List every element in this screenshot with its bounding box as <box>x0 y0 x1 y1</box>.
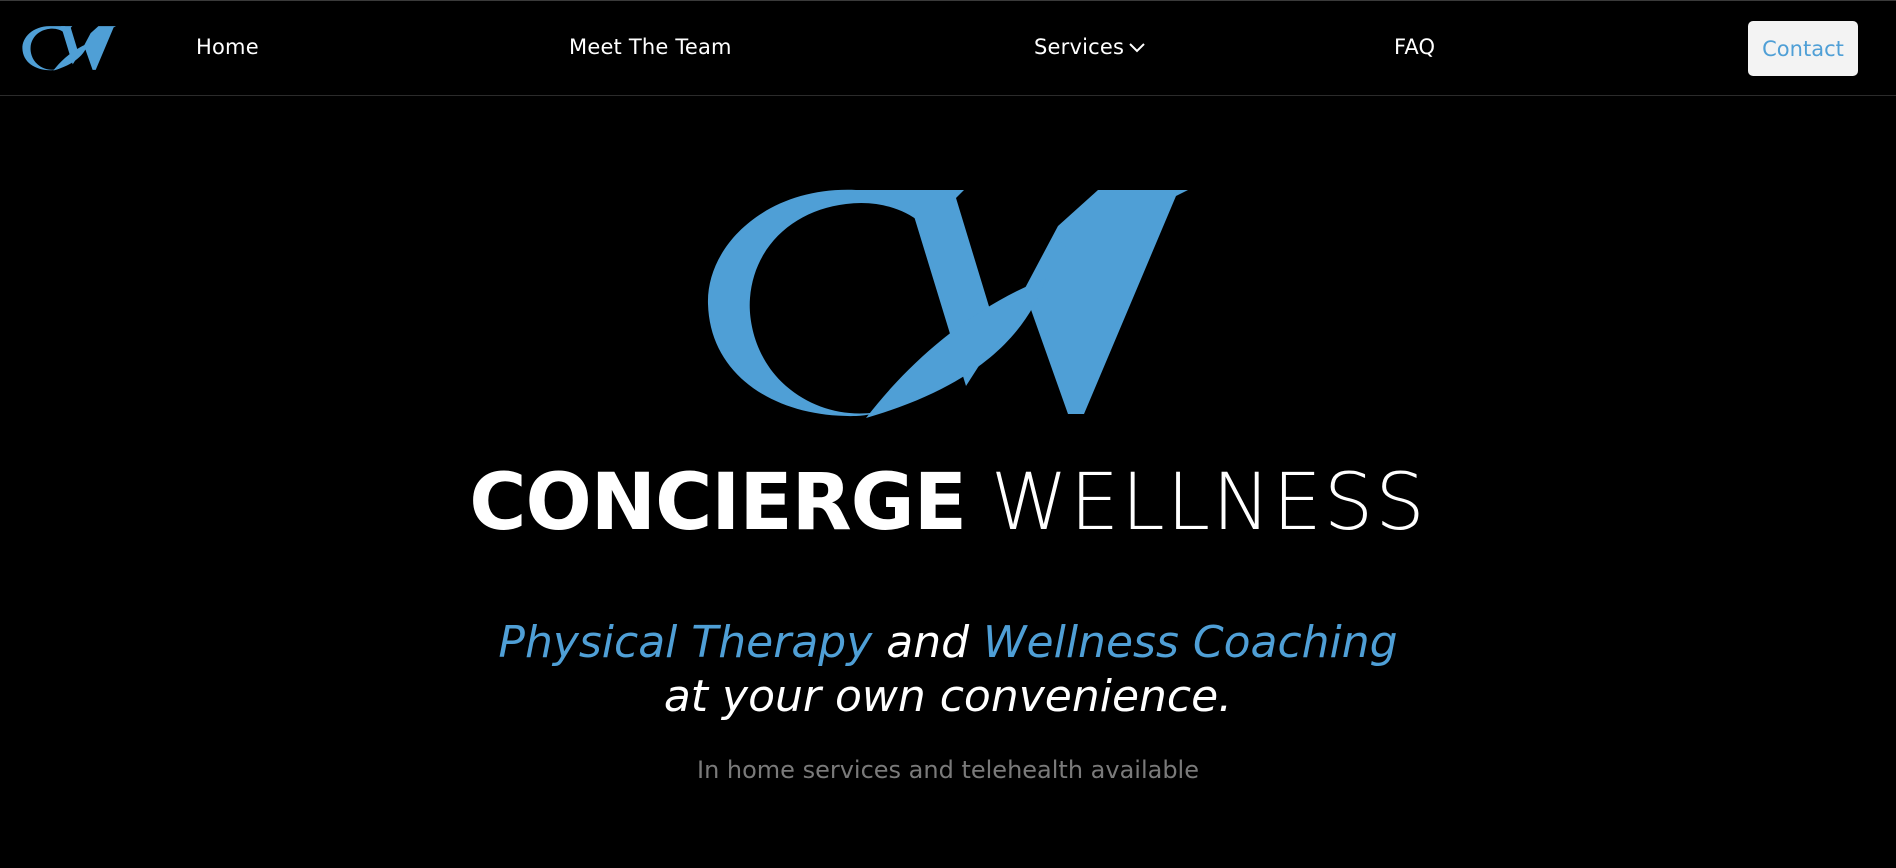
chevron-down-icon <box>1129 43 1145 53</box>
nav-meet-the-team-link[interactable]: Meet The Team <box>569 35 732 59</box>
contact-button[interactable]: Contact <box>1748 21 1858 76</box>
top-navigation: Home Meet The Team Services FAQ Contact <box>0 0 1896 96</box>
brand-name: CONCIERGE WELLNESS <box>0 458 1896 548</box>
brand-name-bold: CONCIERGE <box>469 458 967 548</box>
nav-faq-link[interactable]: FAQ <box>1394 35 1435 59</box>
cw-logo-svg <box>22 26 116 71</box>
tagline-physical-therapy: Physical Therapy <box>498 617 873 668</box>
cw-monogram-icon[interactable] <box>22 23 116 73</box>
tagline-wellness-coaching: Wellness Coaching <box>983 617 1398 668</box>
nav-home-link[interactable]: Home <box>196 35 259 59</box>
tagline-line-2: at your own convenience. <box>663 671 1233 722</box>
brand-name-light: WELLNESS <box>990 458 1427 548</box>
tagline-and: and <box>886 617 970 668</box>
tagline-line-1: Physical Therapy and Wellness Coaching <box>0 616 1896 670</box>
cw-monogram-icon <box>707 189 1188 418</box>
nav-services-dropdown[interactable]: Services <box>1034 35 1146 59</box>
nav-services-label: Services <box>1034 35 1125 59</box>
hero-subtext: In home services and telehealth availabl… <box>696 756 1199 784</box>
hero-tagline: Physical Therapy and Wellness Coaching a… <box>0 616 1896 724</box>
